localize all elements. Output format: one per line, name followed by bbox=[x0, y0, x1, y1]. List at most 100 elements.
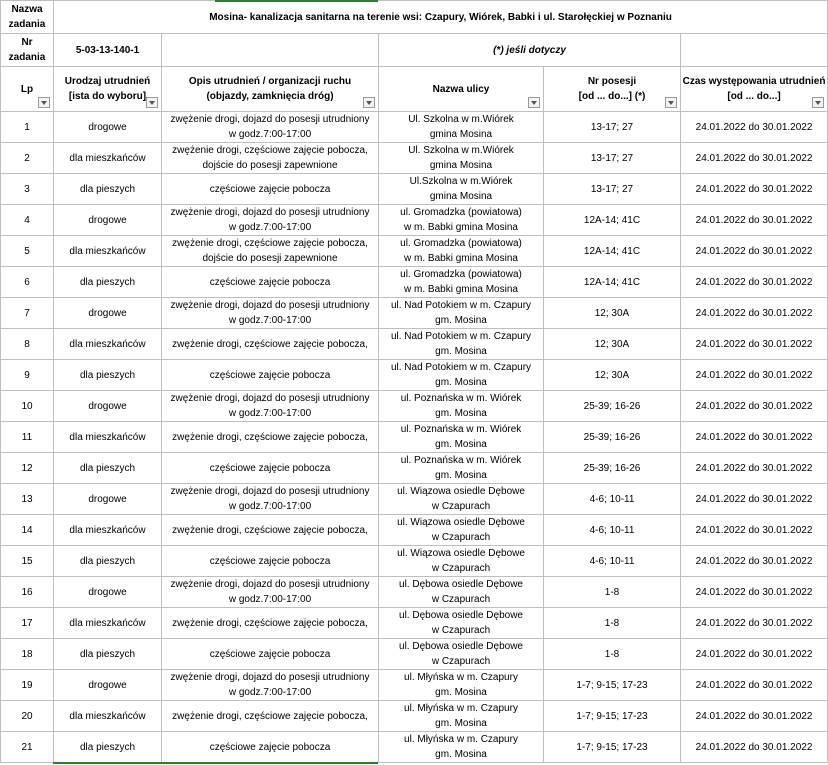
cell-opis[interactable]: częściowe zajęcie pobocza bbox=[161, 359, 379, 391]
cell-posesja[interactable]: 1-7; 9-15; 17-23 bbox=[543, 669, 681, 701]
cell-czas[interactable]: 24.01.2022 do 30.01.2022 bbox=[679, 390, 828, 422]
cell-lp[interactable]: 7 bbox=[0, 297, 54, 329]
header-ulica[interactable]: Nazwa ulicy bbox=[378, 66, 544, 112]
cell-opis[interactable]: częściowe zajęcie pobocza bbox=[161, 173, 379, 205]
filter-dropdown-icon[interactable] bbox=[812, 97, 825, 108]
cell-rodzaj[interactable]: dla pieszych bbox=[53, 359, 162, 391]
cell-czas[interactable]: 24.01.2022 do 30.01.2022 bbox=[679, 669, 828, 701]
cell-czas[interactable]: 24.01.2022 do 30.01.2022 bbox=[679, 359, 828, 391]
cell-ulica[interactable]: ul. Dębowa osiedle Dębowe w Czapurach bbox=[378, 576, 544, 608]
cell-czas[interactable]: 24.01.2022 do 30.01.2022 bbox=[679, 483, 828, 515]
cell-posesja[interactable]: 1-7; 9-15; 17-23 bbox=[543, 731, 681, 763]
task-name-label[interactable]: Nazwa zadania bbox=[0, 0, 54, 34]
cell-opis[interactable]: zwężenie drogi, dojazd do posesji utrudn… bbox=[161, 669, 379, 701]
cell-posesja[interactable]: 1-8 bbox=[543, 638, 681, 670]
cell-ulica[interactable]: ul. Nad Potokiem w m. Czapury gm. Mosina bbox=[378, 359, 544, 391]
filter-dropdown-icon[interactable] bbox=[146, 97, 158, 108]
cell-ulica[interactable]: ul. Młyńska w m. Czapury gm. Mosina bbox=[378, 669, 544, 701]
cell-opis[interactable]: częściowe zajęcie pobocza bbox=[161, 731, 379, 763]
cell-lp[interactable]: 10 bbox=[0, 390, 54, 422]
cell-posesja[interactable]: 12; 30A bbox=[543, 359, 681, 391]
cell-ulica[interactable]: ul. Dębowa osiedle Dębowe w Czapurach bbox=[378, 607, 544, 639]
cell-lp[interactable]: 20 bbox=[0, 700, 54, 732]
cell-posesja[interactable]: 12; 30A bbox=[543, 328, 681, 360]
cell-ulica[interactable]: ul. Wiązowa osiedle Dębowe w Czapurach bbox=[378, 545, 544, 577]
cell-czas[interactable]: 24.01.2022 do 30.01.2022 bbox=[679, 297, 828, 329]
cell-rodzaj[interactable]: drogowe bbox=[53, 669, 162, 701]
cell-posesja[interactable]: 12A-14; 41C bbox=[543, 266, 681, 298]
cell-lp[interactable]: 18 bbox=[0, 638, 54, 670]
cell-lp[interactable]: 6 bbox=[0, 266, 54, 298]
cell-ulica[interactable]: ul. Wiązowa osiedle Dębowe w Czapurach bbox=[378, 514, 544, 546]
note-cell[interactable]: (*) jeśli dotyczy bbox=[378, 33, 681, 67]
cell-ulica[interactable]: ul. Wiązowa osiedle Dębowe w Czapurach bbox=[378, 483, 544, 515]
cell-posesja[interactable]: 13-17; 27 bbox=[543, 111, 681, 143]
cell-rodzaj[interactable]: dla mieszkańców bbox=[53, 514, 162, 546]
cell-czas[interactable]: 24.01.2022 do 30.01.2022 bbox=[679, 421, 828, 453]
cell-lp[interactable]: 3 bbox=[0, 173, 54, 205]
cell-opis[interactable]: zwężenie drogi, częściowe zajęcie pobocz… bbox=[161, 235, 379, 267]
cell-ulica[interactable]: ul. Nad Potokiem w m. Czapury gm. Mosina bbox=[378, 328, 544, 360]
cell-opis[interactable]: częściowe zajęcie pobocza bbox=[161, 638, 379, 670]
header-rodzaj[interactable]: Urodzaj utrudnień [ista do wyboru] bbox=[53, 66, 162, 112]
header-lp[interactable]: Lp bbox=[0, 66, 54, 112]
cell-rodzaj[interactable]: dla mieszkańców bbox=[53, 142, 162, 174]
cell-opis[interactable]: częściowe zajęcie pobocza bbox=[161, 452, 379, 484]
task-number-value[interactable]: 5-03-13-140-1 bbox=[53, 33, 162, 67]
cell-rodzaj[interactable]: drogowe bbox=[53, 390, 162, 422]
cell-lp[interactable]: 9 bbox=[0, 359, 54, 391]
cell-czas[interactable]: 24.01.2022 do 30.01.2022 bbox=[679, 235, 828, 267]
cell-opis[interactable]: zwężenie drogi, częściowe zajęcie pobocz… bbox=[161, 607, 379, 639]
cell-posesja[interactable]: 25-39; 16-26 bbox=[543, 452, 681, 484]
cell-ulica[interactable]: ul. Gromadzka (powiatowa) w m. Babki gmin… bbox=[378, 266, 544, 298]
cell-opis[interactable]: zwężenie drogi, częściowe zajęcie pobocz… bbox=[161, 142, 379, 174]
cell-lp[interactable]: 21 bbox=[0, 731, 54, 763]
cell-ulica[interactable]: ul. Poznańska w m. Wiórek gm. Mosina bbox=[378, 390, 544, 422]
empty-cell[interactable] bbox=[161, 33, 379, 67]
cell-rodzaj[interactable]: dla mieszkańców bbox=[53, 421, 162, 453]
cell-czas[interactable]: 24.01.2022 do 30.01.2022 bbox=[679, 328, 828, 360]
cell-rodzaj[interactable]: dla mieszkańców bbox=[53, 700, 162, 732]
cell-czas[interactable]: 24.01.2022 do 30.01.2022 bbox=[679, 638, 828, 670]
cell-opis[interactable]: zwężenie drogi, częściowe zajęcie pobocz… bbox=[161, 514, 379, 546]
cell-lp[interactable]: 16 bbox=[0, 576, 54, 608]
cell-czas[interactable]: 24.01.2022 do 30.01.2022 bbox=[679, 452, 828, 484]
cell-opis[interactable]: częściowe zajęcie pobocza bbox=[161, 545, 379, 577]
cell-czas[interactable]: 24.01.2022 do 30.01.2022 bbox=[679, 545, 828, 577]
cell-lp[interactable]: 13 bbox=[0, 483, 54, 515]
cell-posesja[interactable]: 12A-14; 41C bbox=[543, 204, 681, 236]
cell-posesja[interactable]: 4-6; 10-11 bbox=[543, 545, 681, 577]
cell-lp[interactable]: 14 bbox=[0, 514, 54, 546]
cell-czas[interactable]: 24.01.2022 do 30.01.2022 bbox=[679, 142, 828, 174]
cell-ulica[interactable]: Ul. Szkolna w m.Wiórek gmina Mosina bbox=[378, 111, 544, 143]
cell-posesja[interactable]: 12A-14; 41C bbox=[543, 235, 681, 267]
cell-opis[interactable]: zwężenie drogi, częściowe zajęcie pobocz… bbox=[161, 328, 379, 360]
cell-rodzaj[interactable]: drogowe bbox=[53, 297, 162, 329]
cell-rodzaj[interactable]: dla mieszkańców bbox=[53, 328, 162, 360]
cell-czas[interactable]: 24.01.2022 do 30.01.2022 bbox=[679, 731, 828, 763]
cell-opis[interactable]: zwężenie drogi, dojazd do posesji utrudn… bbox=[161, 483, 379, 515]
cell-ulica[interactable]: Ul.Szkolna w m.Wiórek gmina Mosina bbox=[378, 173, 544, 205]
cell-opis[interactable]: częściowe zajęcie pobocza bbox=[161, 266, 379, 298]
cell-opis[interactable]: zwężenie drogi, częściowe zajęcie pobocz… bbox=[161, 421, 379, 453]
cell-rodzaj[interactable]: drogowe bbox=[53, 576, 162, 608]
cell-lp[interactable]: 5 bbox=[0, 235, 54, 267]
cell-rodzaj[interactable]: dla pieszych bbox=[53, 638, 162, 670]
cell-posesja[interactable]: 12; 30A bbox=[543, 297, 681, 329]
cell-ulica[interactable]: ul. Młyńska w m. Czapury gm. Mosina bbox=[378, 700, 544, 732]
cell-ulica[interactable]: ul. Gromadzka (powiatowa) w m. Babki gmin… bbox=[378, 204, 544, 236]
cell-czas[interactable]: 24.01.2022 do 30.01.2022 bbox=[679, 173, 828, 205]
cell-opis[interactable]: zwężenie drogi, dojazd do posesji utrudn… bbox=[161, 204, 379, 236]
task-number-label[interactable]: Nr zadania bbox=[0, 33, 54, 67]
cell-lp[interactable]: 12 bbox=[0, 452, 54, 484]
cell-czas[interactable]: 24.01.2022 do 30.01.2022 bbox=[679, 576, 828, 608]
filter-dropdown-icon[interactable] bbox=[38, 97, 50, 108]
cell-rodzaj[interactable]: dla mieszkańców bbox=[53, 607, 162, 639]
cell-czas[interactable]: 24.01.2022 do 30.01.2022 bbox=[679, 266, 828, 298]
filter-dropdown-icon[interactable] bbox=[528, 97, 540, 108]
cell-posesja[interactable]: 25-39; 16-26 bbox=[543, 390, 681, 422]
cell-opis[interactable]: zwężenie drogi, dojazd do posesji utrudn… bbox=[161, 390, 379, 422]
cell-rodzaj[interactable]: dla pieszych bbox=[53, 452, 162, 484]
cell-posesja[interactable]: 25-39; 16-26 bbox=[543, 421, 681, 453]
cell-czas[interactable]: 24.01.2022 do 30.01.2022 bbox=[679, 607, 828, 639]
